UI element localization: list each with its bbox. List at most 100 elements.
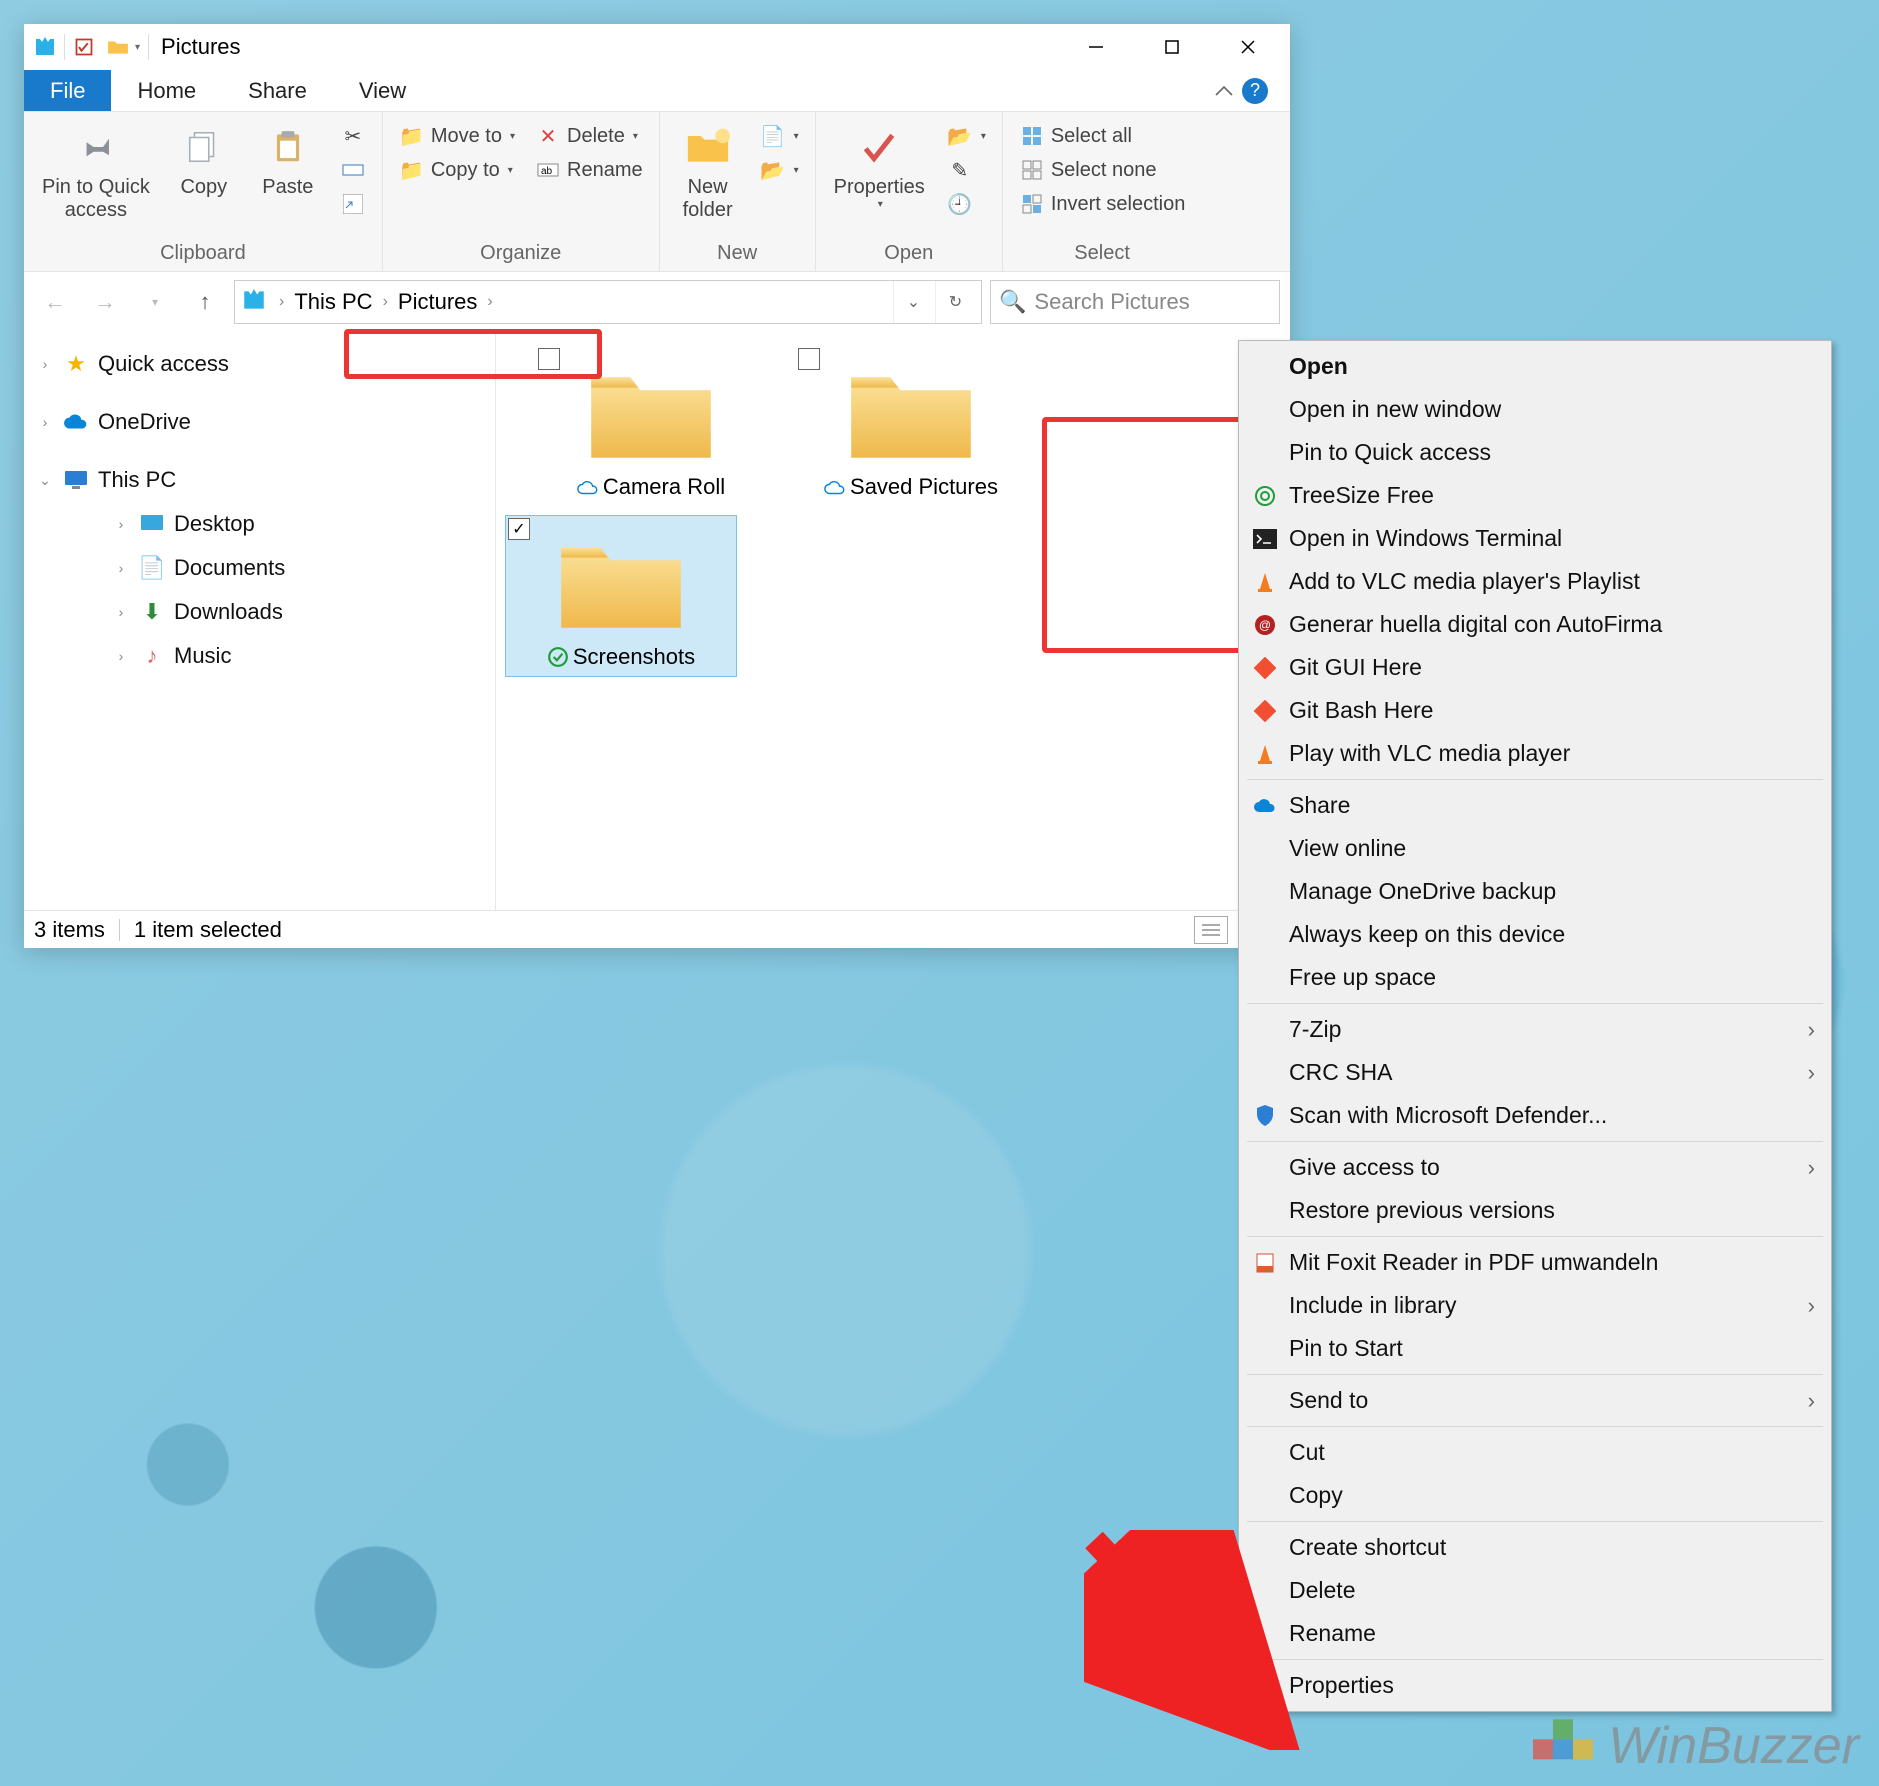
copy-path-button[interactable] [332, 154, 374, 186]
collapse-ribbon-button[interactable]: ? [1214, 70, 1290, 111]
paste-shortcut-button[interactable] [332, 188, 374, 220]
scissors-icon: ✂ [340, 123, 366, 149]
file-explorer-window: ▾ Pictures File Home Share View ? Pin to… [24, 24, 1290, 948]
copy-to-button[interactable]: 📁Copy to▾ [391, 154, 523, 186]
cut-button[interactable]: ✂ [332, 120, 374, 152]
edit-button[interactable]: ✎ [939, 154, 994, 186]
ctx-restore-versions[interactable]: Restore previous versions [1241, 1189, 1829, 1232]
content-pane[interactable]: Camera Roll Saved Pictures ✓ Screenshots [496, 332, 1290, 910]
tree-desktop[interactable]: ›Desktop [30, 502, 489, 546]
qat-dropdown[interactable]: ▾ [135, 42, 140, 53]
ctx-vlc-play[interactable]: Play with VLC media player [1241, 732, 1829, 775]
pin-to-quick-access-button[interactable]: Pin to Quick access [32, 118, 160, 226]
help-icon[interactable]: ? [1242, 78, 1268, 104]
tree-quick-access[interactable]: ›★Quick access [30, 342, 489, 386]
tab-view[interactable]: View [333, 70, 432, 111]
ctx-create-shortcut[interactable]: Create shortcut [1241, 1526, 1829, 1569]
ctx-share[interactable]: Share [1241, 784, 1829, 827]
close-button[interactable] [1210, 24, 1286, 70]
ctx-crc-sha[interactable]: CRC SHA› [1241, 1051, 1829, 1094]
open-icon: 📂 [947, 123, 973, 149]
chevron-right-icon[interactable]: › [381, 293, 390, 311]
ctx-include-library[interactable]: Include in library› [1241, 1284, 1829, 1327]
ctx-git-bash[interactable]: Git Bash Here [1241, 689, 1829, 732]
ctx-cut[interactable]: Cut [1241, 1431, 1829, 1474]
minimize-button[interactable] [1058, 24, 1134, 70]
ctx-autofirma[interactable]: @Generar huella digital con AutoFirma [1241, 603, 1829, 646]
ctx-manage-onedrive[interactable]: Manage OneDrive backup [1241, 870, 1829, 913]
delete-button[interactable]: ✕Delete▾ [527, 120, 651, 152]
paste-button[interactable]: Paste [248, 118, 328, 203]
open-button[interactable]: 📂▾ [939, 120, 994, 152]
navigation-pane[interactable]: ›★Quick access ›OneDrive ⌄This PC ›Deskt… [24, 332, 496, 910]
chevron-right-icon[interactable]: › [277, 293, 286, 311]
item-checkbox[interactable] [798, 348, 820, 370]
ctx-foxit-pdf[interactable]: Mit Foxit Reader in PDF umwandeln [1241, 1241, 1829, 1284]
easy-access-button[interactable]: 📂▾ [752, 154, 807, 186]
item-checkbox[interactable] [538, 348, 560, 370]
ribbon-group-select: Select all Select none Invert selection … [1003, 112, 1202, 271]
ctx-open-new-window[interactable]: Open in new window [1241, 388, 1829, 431]
ctx-windows-terminal[interactable]: Open in Windows Terminal [1241, 517, 1829, 560]
rename-button[interactable]: abRename [527, 154, 651, 186]
ctx-vlc-add[interactable]: Add to VLC media player's Playlist [1241, 560, 1829, 603]
ctx-view-online[interactable]: View online [1241, 827, 1829, 870]
ctx-rename[interactable]: Rename [1241, 1612, 1829, 1655]
chevron-right-icon[interactable]: › [485, 293, 494, 311]
ctx-give-access[interactable]: Give access to› [1241, 1146, 1829, 1189]
tree-this-pc[interactable]: ⌄This PC [30, 458, 489, 502]
ctx-pin-quick-access[interactable]: Pin to Quick access [1241, 431, 1829, 474]
address-dropdown[interactable]: ⌄ [893, 281, 933, 323]
ctx-always-keep[interactable]: Always keep on this device [1241, 913, 1829, 956]
maximize-button[interactable] [1134, 24, 1210, 70]
ctx-properties[interactable]: Properties [1241, 1664, 1829, 1707]
forward-button[interactable]: → [84, 281, 126, 323]
folder-item[interactable]: Camera Roll [536, 346, 766, 506]
copy-icon [179, 122, 229, 172]
search-input[interactable]: 🔍 Search Pictures [990, 280, 1280, 324]
history-button[interactable]: 🕘 [939, 188, 994, 220]
ctx-treesize[interactable]: TreeSize Free [1241, 474, 1829, 517]
address-bar[interactable]: › This PC › Pictures › ⌄ ↻ [234, 280, 982, 324]
folder-item-selected[interactable]: ✓ Screenshots [506, 516, 736, 676]
cloud-sync-icon [577, 476, 599, 498]
recent-dropdown[interactable]: ▾ [134, 281, 176, 323]
details-view-button[interactable] [1194, 916, 1228, 944]
back-button[interactable]: ← [34, 281, 76, 323]
folder-item[interactable]: Saved Pictures [796, 346, 1026, 506]
tab-file[interactable]: File [24, 70, 111, 111]
move-to-button[interactable]: 📁Move to▾ [391, 120, 523, 152]
ctx-7zip[interactable]: 7-Zip› [1241, 1008, 1829, 1051]
properties-button[interactable]: Properties▾ [824, 118, 935, 214]
tab-share[interactable]: Share [222, 70, 333, 111]
ctx-open[interactable]: Open [1241, 345, 1829, 388]
select-none-button[interactable]: Select none [1011, 154, 1194, 186]
breadcrumb-root[interactable]: This PC [288, 281, 378, 323]
invert-selection-button[interactable]: Invert selection [1011, 188, 1194, 220]
ctx-pin-start[interactable]: Pin to Start [1241, 1327, 1829, 1370]
ctx-defender[interactable]: Scan with Microsoft Defender... [1241, 1094, 1829, 1137]
ctx-free-up-space[interactable]: Free up space [1241, 956, 1829, 999]
tree-music[interactable]: ›♪Music [30, 634, 489, 678]
tree-documents[interactable]: ›📄Documents [30, 546, 489, 590]
up-button[interactable]: ↑ [184, 281, 226, 323]
new-item-button[interactable]: 📄▾ [752, 120, 807, 152]
qat-properties-icon[interactable] [69, 32, 99, 62]
ctx-send-to[interactable]: Send to› [1241, 1379, 1829, 1422]
refresh-button[interactable]: ↻ [935, 281, 975, 323]
shortcut-icon [340, 191, 366, 217]
ctx-delete[interactable]: Delete [1241, 1569, 1829, 1612]
tree-onedrive[interactable]: ›OneDrive [30, 400, 489, 444]
select-all-button[interactable]: Select all [1011, 120, 1194, 152]
tree-downloads[interactable]: ›⬇Downloads [30, 590, 489, 634]
breadcrumb-leaf[interactable]: Pictures [392, 281, 483, 323]
copy-button[interactable]: Copy [164, 118, 244, 203]
tab-home[interactable]: Home [111, 70, 222, 111]
qat-newfolder-icon[interactable] [103, 32, 133, 62]
window-title: Pictures [161, 34, 240, 60]
ctx-copy[interactable]: Copy [1241, 1474, 1829, 1517]
ctx-git-gui[interactable]: Git GUI Here [1241, 646, 1829, 689]
item-checkbox-checked[interactable]: ✓ [508, 518, 530, 540]
new-folder-button[interactable]: New folder [668, 118, 748, 226]
chevron-right-icon: › [1808, 1155, 1815, 1181]
